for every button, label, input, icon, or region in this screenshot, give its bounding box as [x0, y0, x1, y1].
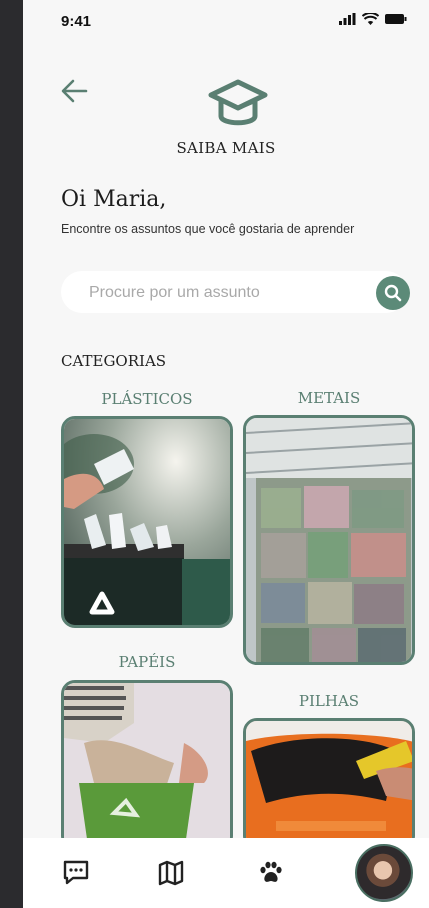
status-bar: 9:41: [23, 0, 429, 44]
paw-nav-button[interactable]: [256, 858, 286, 888]
category-label-papeis: PAPÉIS: [118, 653, 176, 671]
category-card-plasticos[interactable]: [61, 416, 233, 628]
category-label-pilhas: PILHAS: [298, 692, 360, 710]
page-title: SAIBA MAIS: [176, 139, 276, 157]
search-icon: [384, 284, 402, 302]
search-input[interactable]: [87, 271, 361, 315]
category-card-pilhas[interactable]: [243, 718, 415, 850]
app-screen: 9:41 SAIBA MAIS Oi Maria, Encontre os as…: [23, 0, 429, 908]
greeting-title: Oi Maria,: [61, 187, 167, 212]
plastics-image: [64, 419, 230, 625]
map-icon: [158, 860, 184, 886]
search-bar: [61, 271, 410, 315]
signal-icon: [339, 13, 356, 25]
greeting-subtitle: Encontre os assuntos que você gostaria d…: [61, 222, 355, 236]
back-arrow-icon[interactable]: [59, 78, 89, 104]
profile-avatar[interactable]: [355, 844, 413, 902]
category-card-metais[interactable]: [243, 415, 415, 665]
status-icons: [339, 13, 407, 25]
graduation-cap-icon: [208, 79, 268, 126]
paw-icon: [260, 861, 282, 882]
chat-icon: [63, 860, 89, 885]
category-label-metais: METAIS: [297, 389, 361, 407]
metals-image: [246, 418, 412, 662]
category-card-papeis[interactable]: [61, 680, 233, 850]
battery-icon: [385, 14, 407, 24]
batteries-image: [246, 721, 412, 847]
category-label-plasticos: PLÁSTICOS: [101, 390, 193, 408]
wifi-icon: [362, 13, 379, 25]
chat-nav-button[interactable]: [61, 858, 91, 888]
bottom-nav: [23, 838, 429, 908]
search-button[interactable]: [376, 276, 410, 310]
categories-heading: CATEGORIAS: [61, 352, 167, 370]
map-nav-button[interactable]: [156, 858, 186, 888]
papers-image: [64, 683, 230, 847]
status-time: 9:41: [61, 13, 92, 30]
